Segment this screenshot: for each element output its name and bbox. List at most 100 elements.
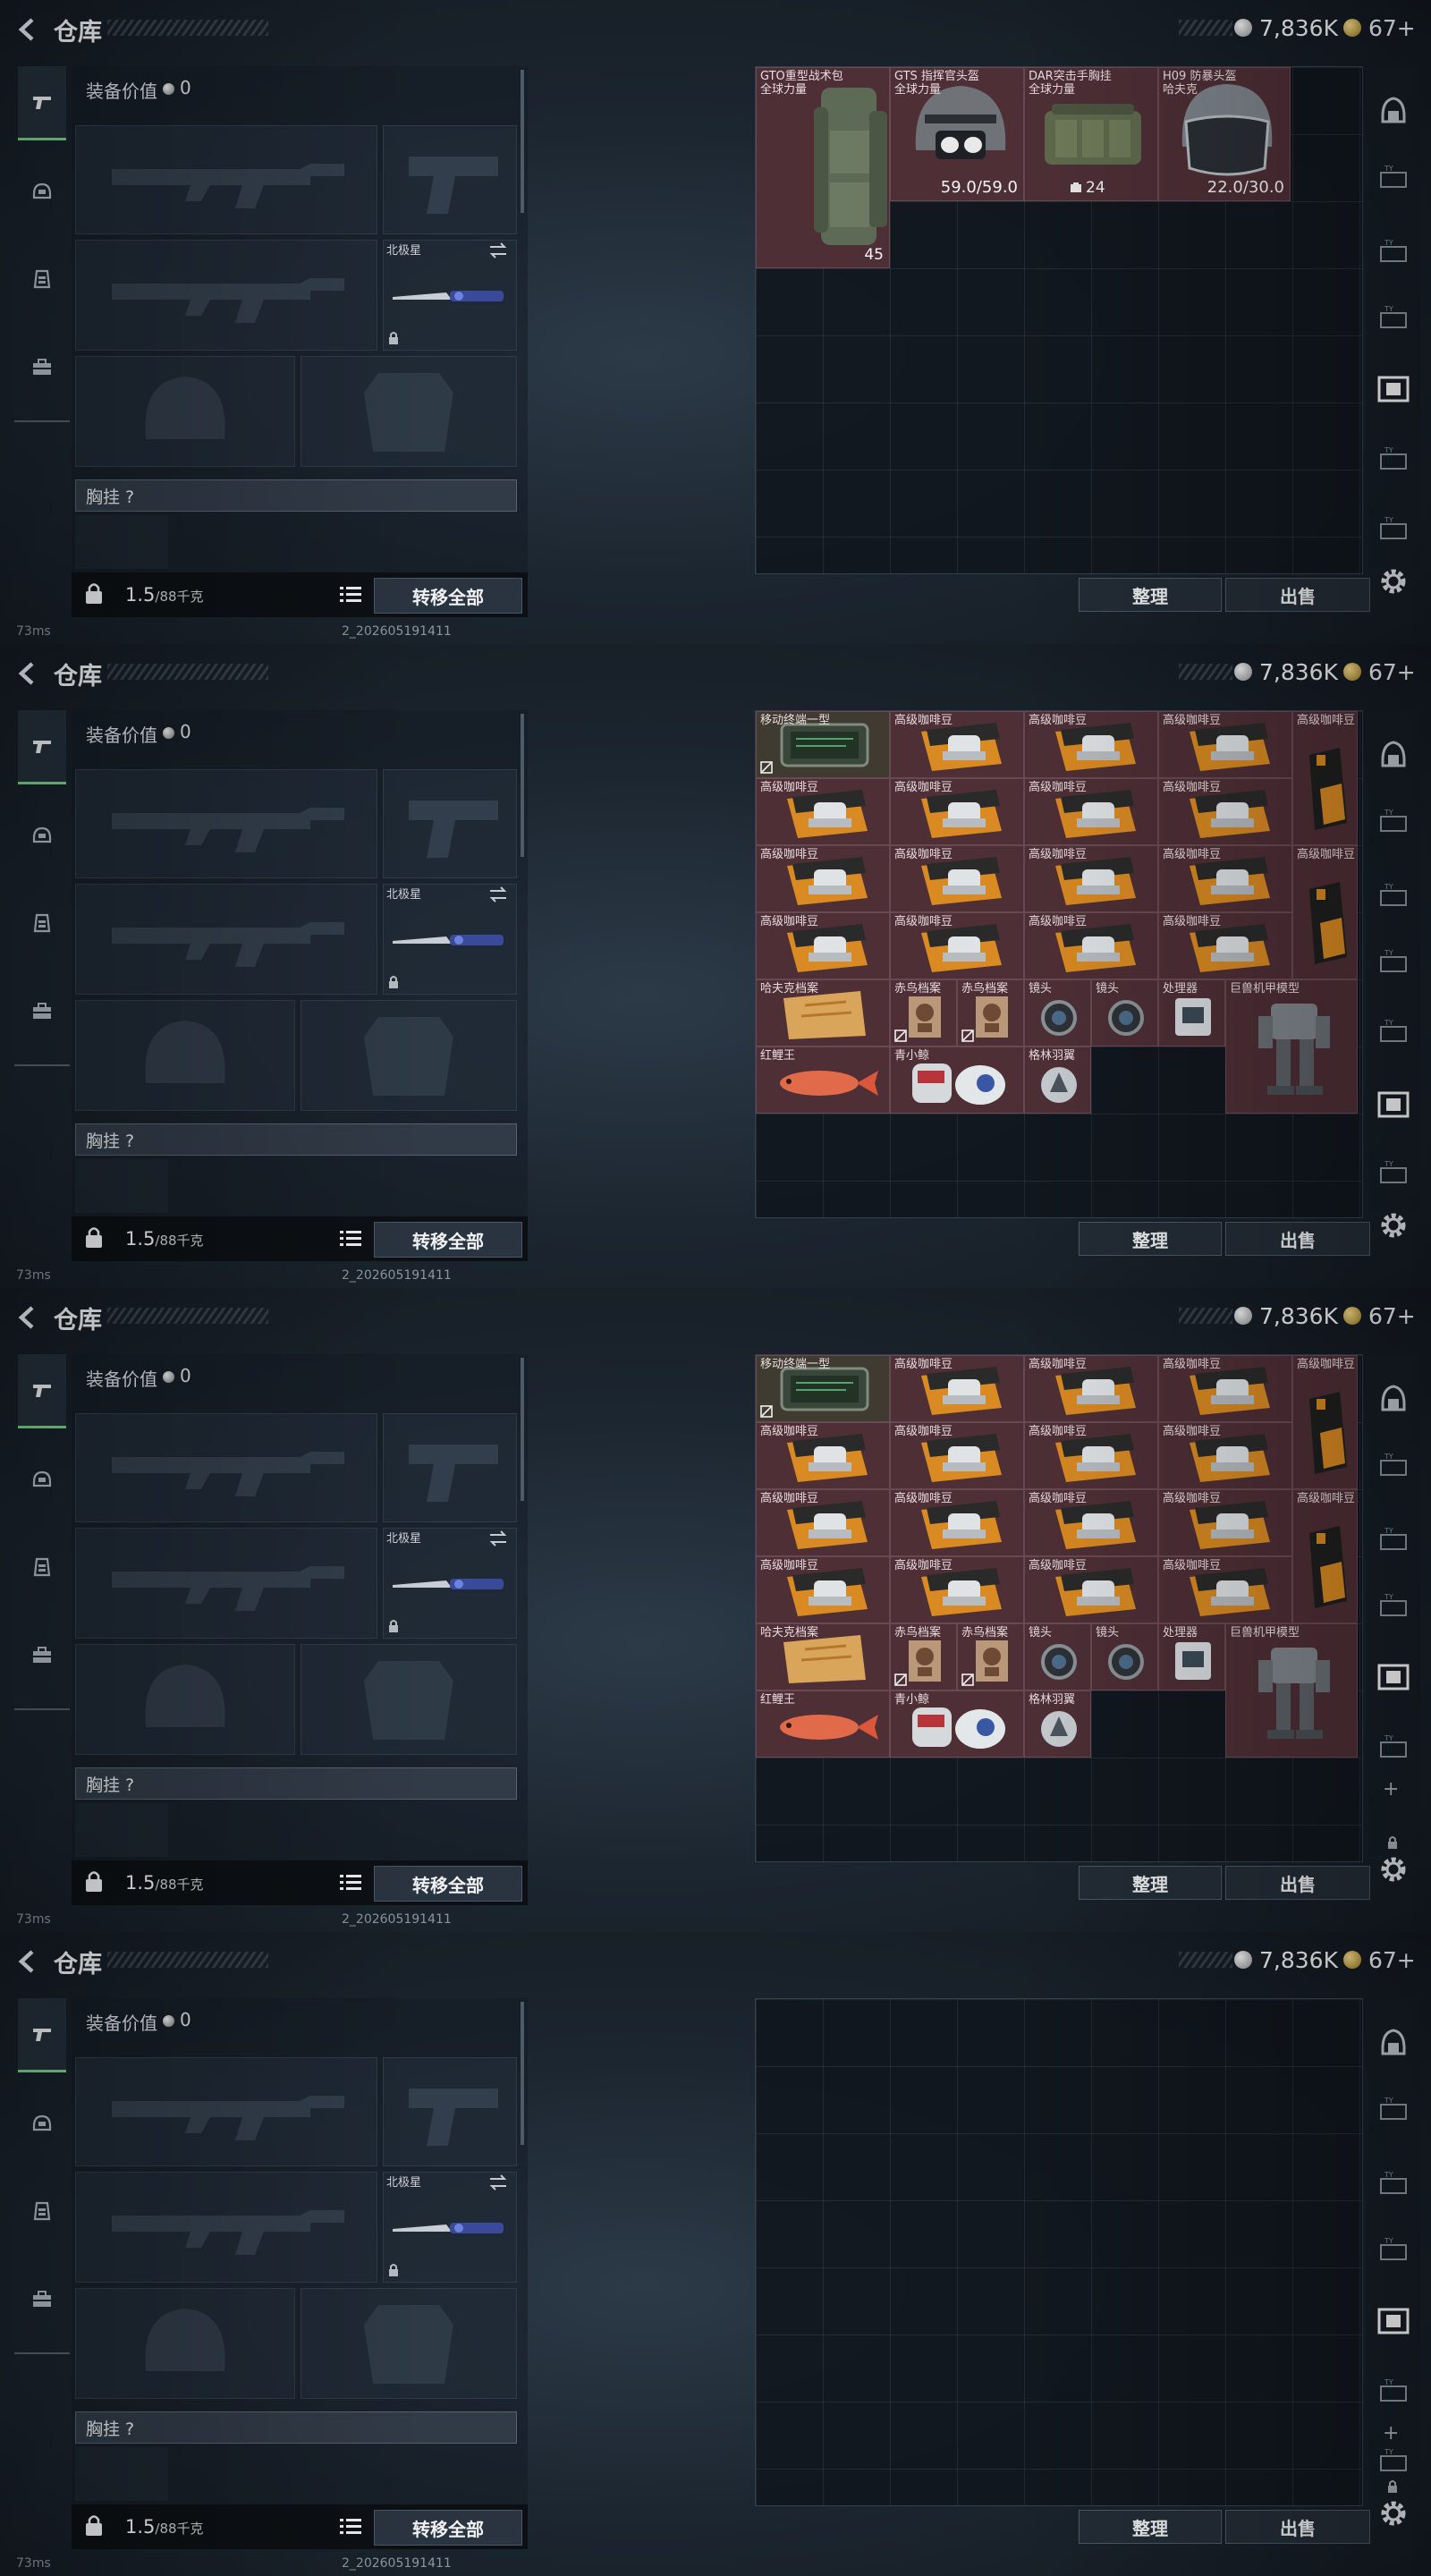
armor-slot[interactable]	[301, 1000, 517, 1111]
secondary-weapon-slot[interactable]	[383, 769, 517, 878]
swap-icon[interactable]	[488, 886, 508, 903]
list-icon[interactable]	[340, 2517, 361, 2535]
transfer-all-button[interactable]: 转移全部	[374, 1222, 522, 1258]
secondary-weapon-slot[interactable]	[383, 2057, 517, 2166]
sell-button[interactable]: 出售	[1225, 1866, 1370, 1900]
swap-icon[interactable]	[488, 1530, 508, 1547]
storage-item[interactable]: 高级咖啡豆	[756, 1422, 890, 1489]
back-chevron-icon[interactable]	[14, 1304, 41, 1331]
sort-button[interactable]: 整理	[1079, 1222, 1222, 1256]
helmet-slot[interactable]	[75, 1644, 295, 1755]
right-rail-tab[interactable]: TY	[1372, 1585, 1415, 1628]
loadout-scrollbar[interactable]	[521, 714, 524, 857]
second-weapon-slot[interactable]	[75, 240, 377, 351]
storage-item[interactable]: 格林羽翼	[1024, 1690, 1091, 1758]
storage-item[interactable]: 格林羽翼	[1024, 1046, 1091, 1114]
storage-item[interactable]: 镜头	[1024, 1623, 1091, 1690]
chest-rig-slot[interactable]	[75, 1803, 168, 1857]
rail-tab-vest[interactable]	[18, 887, 66, 959]
rail-tab-weapons[interactable]	[18, 710, 66, 784]
storage-item[interactable]: GTS 指挥官头盔 全球力量 59.0/59.0	[890, 67, 1024, 201]
storage-item[interactable]: 赤鸟档案	[890, 1623, 957, 1690]
add-tab-button[interactable]: +	[1383, 1778, 1399, 1801]
gold-currency[interactable]: 67+	[1343, 1945, 1416, 1975]
storage-item[interactable]: 高级咖啡豆	[1024, 912, 1158, 979]
storage-item[interactable]: H09 防暴头盔 哈夫克 22.0/30.0	[1158, 67, 1291, 201]
sort-button[interactable]: 整理	[1079, 2510, 1222, 2544]
storage-item[interactable]: 处理器	[1158, 1623, 1225, 1690]
gold-currency[interactable]: 67+	[1343, 657, 1416, 687]
rail-tab-helmet[interactable]	[18, 2088, 66, 2159]
gold-currency[interactable]: 67+	[1343, 1301, 1416, 1331]
rail-tab-helmet[interactable]	[18, 800, 66, 871]
storage-item[interactable]: 高级咖啡豆	[890, 1556, 1024, 1623]
second-weapon-slot[interactable]	[75, 884, 377, 995]
storage-item[interactable]: 高级咖啡豆	[1158, 711, 1292, 778]
chest-rig-bar[interactable]	[75, 1767, 517, 1800]
storage-item[interactable]: 高级咖啡豆	[890, 1355, 1024, 1422]
right-rail-tab[interactable]: TY	[1372, 2229, 1415, 2272]
storage-item[interactable]: 高级咖啡豆	[1158, 1422, 1292, 1489]
storage-item[interactable]: 高级咖啡豆	[1024, 1355, 1158, 1422]
sort-button[interactable]: 整理	[1079, 578, 1222, 612]
rail-tab-vest[interactable]	[18, 243, 66, 315]
back-chevron-icon[interactable]	[14, 16, 41, 43]
storage-item[interactable]: 高级咖啡豆	[890, 1422, 1024, 1489]
storage-item[interactable]: 高级咖啡豆	[1024, 1422, 1158, 1489]
list-icon[interactable]	[340, 1873, 361, 1891]
storage-item[interactable]: 红鲤王	[756, 1690, 890, 1758]
storage-item[interactable]: 高级咖啡豆	[1292, 845, 1358, 979]
storage-item[interactable]: 高级咖啡豆	[756, 912, 890, 979]
right-rail-tab[interactable]	[1372, 88, 1415, 131]
rail-tab-vest[interactable]	[18, 1531, 66, 1603]
storage-item[interactable]: 赤鸟档案	[957, 1623, 1024, 1690]
right-rail-tab[interactable]	[1372, 732, 1415, 775]
second-weapon-slot[interactable]	[75, 1528, 377, 1639]
storage-item[interactable]: 赤鸟档案	[957, 979, 1024, 1046]
chest-rig-bar[interactable]	[75, 1123, 517, 1156]
storage-item[interactable]: 高级咖啡豆	[1024, 1556, 1158, 1623]
right-rail-tab[interactable]: TY	[1372, 875, 1415, 918]
primary-weapon-slot[interactable]	[75, 2057, 377, 2166]
right-rail-tab[interactable]: TY	[1372, 941, 1415, 984]
storage-item[interactable]: 高级咖啡豆	[1024, 778, 1158, 845]
gear-icon[interactable]	[1377, 1209, 1410, 1241]
rail-tab-weapons[interactable]	[18, 1998, 66, 2072]
storage-item[interactable]: 高级咖啡豆	[890, 778, 1024, 845]
armor-slot[interactable]	[301, 2288, 517, 2399]
right-rail-tab[interactable]: TY	[1372, 157, 1415, 199]
gear-icon[interactable]	[1377, 565, 1410, 597]
loadout-scrollbar[interactable]	[521, 70, 524, 213]
right-rail-tab[interactable]: TY	[1372, 1011, 1415, 1054]
secondary-weapon-slot[interactable]	[383, 125, 517, 234]
rail-tab-helmet[interactable]	[18, 156, 66, 227]
right-rail-tab[interactable]: TY	[1372, 1445, 1415, 1487]
storage-item[interactable]: 哈夫克档案	[756, 1623, 890, 1690]
right-rail-tab[interactable]: TY	[1372, 1726, 1415, 1769]
storage-item[interactable]: 镜头	[1024, 979, 1091, 1046]
right-rail-tab[interactable]: TY	[1372, 2440, 1415, 2483]
storage-item[interactable]: 高级咖啡豆	[890, 845, 1024, 912]
gear-icon[interactable]	[1377, 2497, 1410, 2529]
back-chevron-icon[interactable]	[14, 1948, 41, 1975]
right-rail-tab[interactable]: TY	[1372, 1519, 1415, 1562]
storage-item[interactable]: 哈夫克档案	[756, 979, 890, 1046]
storage-item[interactable]: 高级咖啡豆	[756, 778, 890, 845]
right-rail-tab[interactable]: TY	[1372, 2089, 1415, 2131]
right-rail-tab[interactable]: TY	[1372, 2370, 1415, 2413]
chest-rig-slot[interactable]	[75, 515, 168, 569]
storage-item[interactable]: 赤鸟档案	[890, 979, 957, 1046]
storage-item[interactable]: DAR突击手胸挂 全球力量 24	[1024, 67, 1158, 201]
right-rail-tab[interactable]: TY	[1372, 2163, 1415, 2206]
rail-tab-helmet[interactable]	[18, 1444, 66, 1515]
sell-button[interactable]: 出售	[1225, 2510, 1370, 2544]
helmet-slot[interactable]	[75, 356, 295, 467]
rail-tab-vest[interactable]	[18, 2175, 66, 2247]
right-rail-tab[interactable]	[1372, 2299, 1415, 2342]
storage-item[interactable]: 红鲤王	[756, 1046, 890, 1114]
chest-rig-slot[interactable]	[75, 1159, 168, 1213]
storage-item[interactable]: 高级咖啡豆	[1158, 1489, 1292, 1556]
helmet-slot[interactable]	[75, 1000, 295, 1111]
right-rail-tab[interactable]: TY	[1372, 438, 1415, 481]
storage-item[interactable]: 高级咖啡豆	[1158, 1355, 1292, 1422]
